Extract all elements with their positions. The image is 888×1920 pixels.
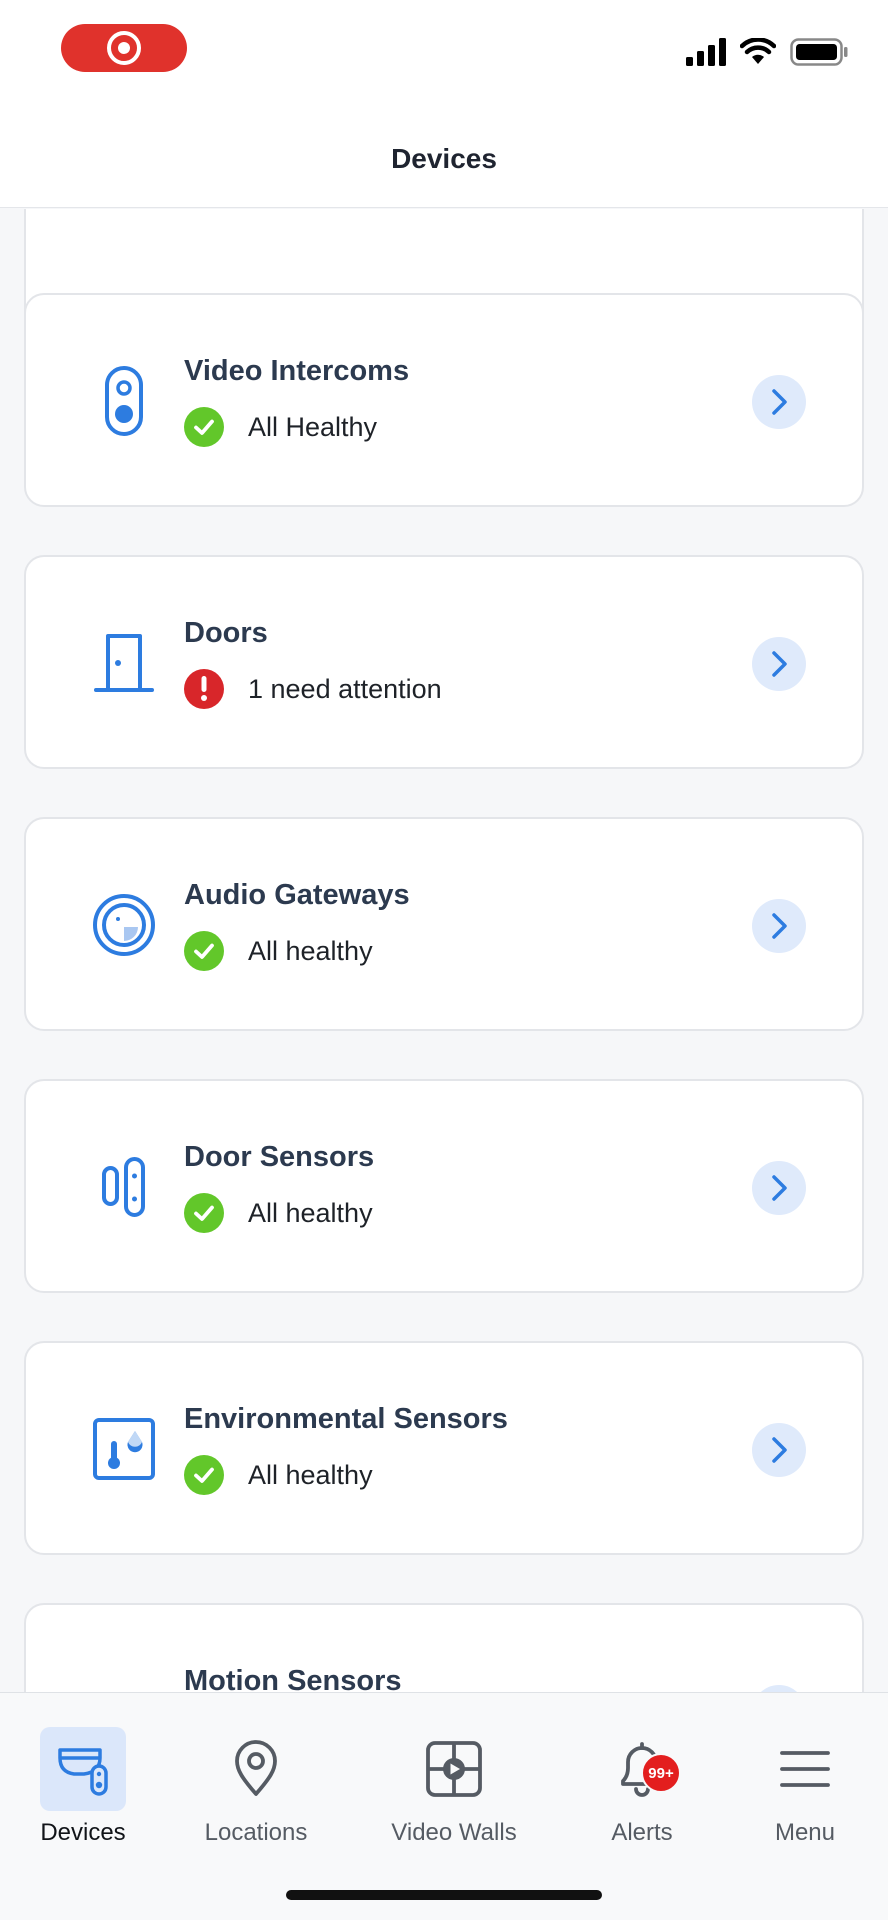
page-header: Devices	[0, 110, 888, 208]
chevron-right-button[interactable]	[752, 375, 806, 429]
tab-label: Alerts	[611, 1819, 673, 1846]
bottom-tab-bar: Devices Locations Video Walls 99+ Alerts…	[0, 1692, 888, 1920]
audio-gateway-icon	[84, 885, 164, 965]
page-title: Devices	[391, 142, 497, 174]
check-circle-icon	[184, 1193, 224, 1233]
device-group-status: 1 need attention	[184, 669, 442, 709]
video-intercom-icon	[84, 361, 164, 441]
devices-screen: Devices Video Intercoms All Healthy Door…	[0, 0, 888, 1920]
tab-alerts[interactable]: 99+ Alerts	[592, 1727, 692, 1847]
tab-devices[interactable]: Devices	[33, 1727, 133, 1847]
chevron-right-button[interactable]	[752, 1423, 806, 1477]
device-group-status: All healthy	[184, 1193, 373, 1233]
check-circle-icon	[184, 407, 224, 447]
device-group-status: All healthy	[184, 1455, 373, 1495]
device-group-title: Environmental Sensors	[184, 1403, 508, 1435]
device-group-title: Motion Sensors	[184, 1665, 402, 1692]
home-indicator[interactable]	[286, 1890, 602, 1900]
device-group-card-motion-sensors[interactable]: Motion Sensors	[24, 1603, 864, 1692]
device-group-status: All healthy	[184, 931, 373, 971]
battery-icon	[790, 38, 848, 66]
door-icon	[84, 623, 164, 703]
device-group-list[interactable]: Video Intercoms All Healthy Doors 1 need…	[0, 209, 888, 1692]
exclamation-circle-icon	[184, 669, 224, 709]
location-pin-icon	[213, 1727, 299, 1811]
device-group-card-environmental-sensors[interactable]: Environmental Sensors All healthy	[24, 1341, 864, 1555]
device-group-title: Doors	[184, 617, 268, 649]
device-group-title: Door Sensors	[184, 1141, 375, 1173]
status-text: All Healthy	[248, 411, 378, 442]
device-group-card-video-intercoms[interactable]: Video Intercoms All Healthy	[24, 293, 864, 507]
status-text: All healthy	[248, 1459, 373, 1490]
status-text: 1 need attention	[248, 673, 442, 704]
cellular-signal-icon	[686, 38, 726, 66]
device-group-status: All Healthy	[184, 407, 377, 447]
tab-video-walls[interactable]: Video Walls	[374, 1727, 534, 1847]
chevron-right-icon	[772, 389, 787, 415]
alerts-count-badge: 99+	[641, 1753, 681, 1793]
bell-icon: 99+	[599, 1727, 685, 1811]
tab-label: Menu	[774, 1819, 836, 1846]
devices-icon	[40, 1727, 126, 1811]
check-circle-icon	[184, 931, 224, 971]
tab-label: Devices	[40, 1819, 126, 1846]
tab-label: Video Walls	[391, 1819, 517, 1846]
chevron-right-icon	[772, 913, 787, 939]
device-group-card-doors[interactable]: Doors 1 need attention	[24, 555, 864, 769]
chevron-right-button[interactable]	[752, 899, 806, 953]
chevron-right-icon	[772, 1175, 787, 1201]
status-text: All healthy	[248, 1197, 373, 1228]
check-circle-icon	[184, 1455, 224, 1495]
tab-locations[interactable]: Locations	[196, 1727, 316, 1847]
tab-menu[interactable]: Menu	[755, 1727, 855, 1847]
chevron-right-icon	[772, 651, 787, 677]
chevron-right-button[interactable]	[752, 637, 806, 691]
device-group-card-door-sensors[interactable]: Door Sensors All healthy	[24, 1079, 864, 1293]
device-group-title: Audio Gateways	[184, 879, 410, 911]
record-icon	[107, 31, 141, 65]
wifi-icon	[740, 38, 776, 64]
screen-recording-indicator[interactable]	[61, 24, 187, 72]
tab-label: Locations	[204, 1819, 308, 1846]
chevron-right-button[interactable]	[752, 1685, 806, 1692]
chevron-right-button[interactable]	[752, 1161, 806, 1215]
chevron-right-icon	[772, 1437, 787, 1463]
environmental-sensor-icon	[84, 1409, 164, 1489]
device-group-title: Video Intercoms	[184, 355, 410, 387]
status-text: All healthy	[248, 935, 373, 966]
hamburger-menu-icon	[762, 1727, 848, 1811]
door-sensor-icon	[84, 1147, 164, 1227]
status-bar	[0, 0, 888, 110]
video-wall-icon	[411, 1727, 497, 1811]
system-icons	[686, 38, 848, 66]
device-group-card-audio-gateways[interactable]: Audio Gateways All healthy	[24, 817, 864, 1031]
